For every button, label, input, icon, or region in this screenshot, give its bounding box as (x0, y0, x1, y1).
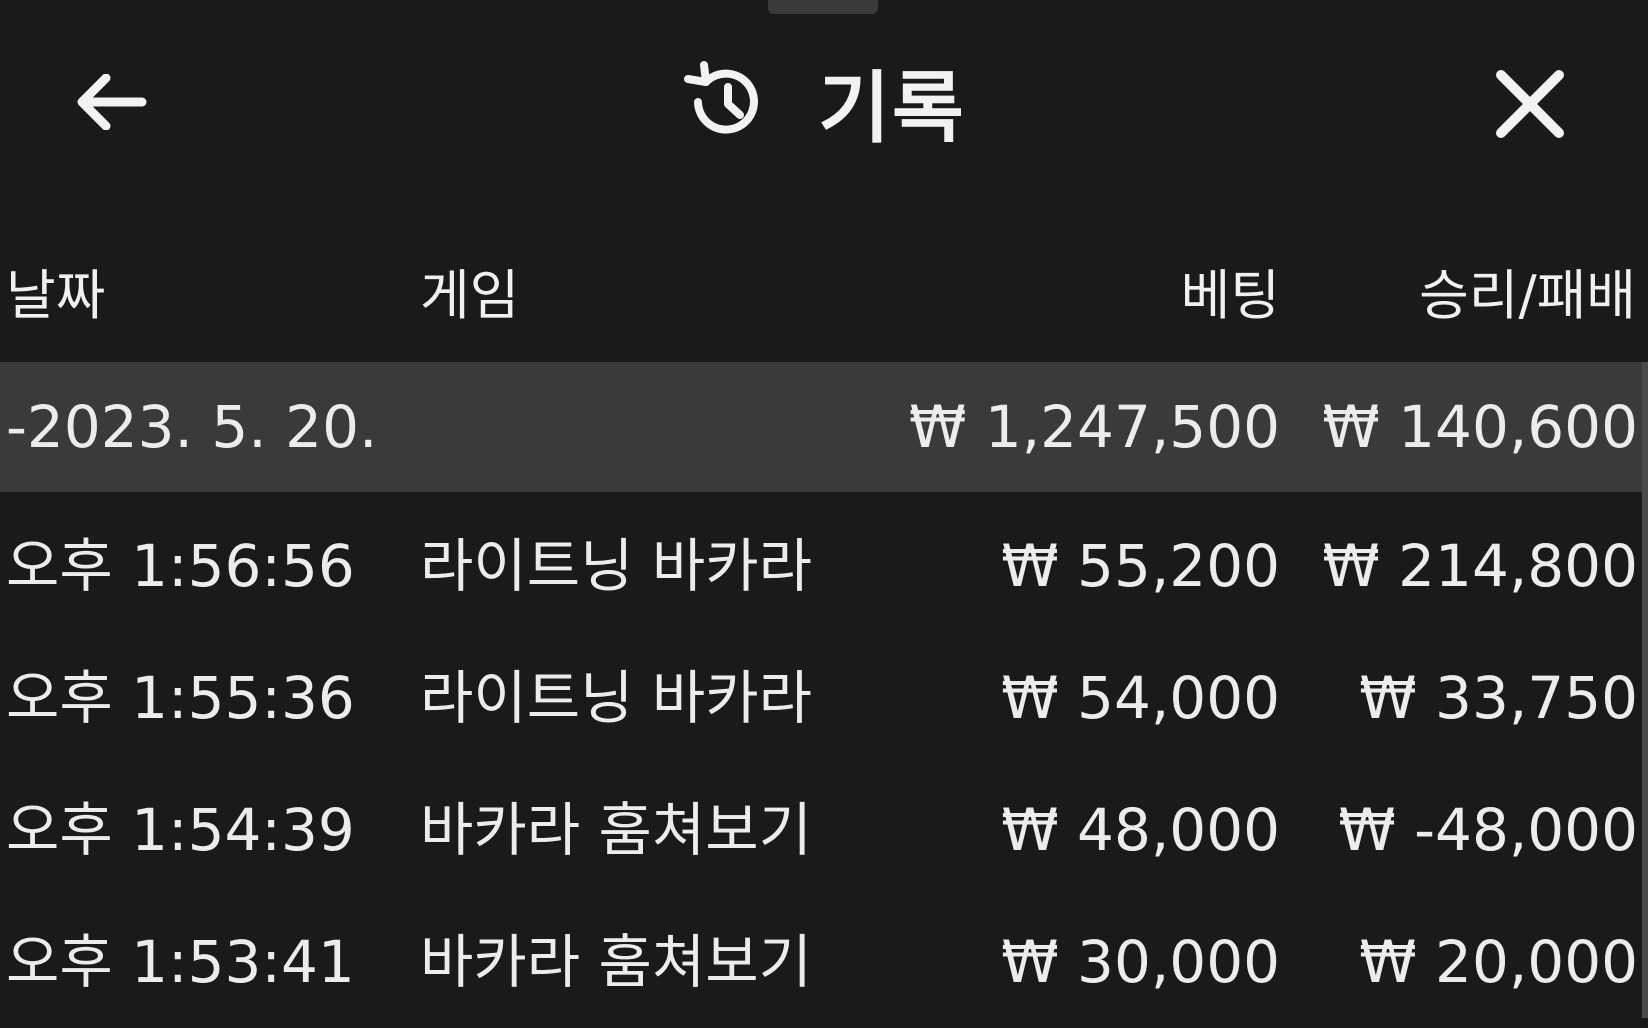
header-title-group: 기록 (0, 52, 1648, 154)
table-row[interactable]: 오후 1:53:41 바카라 훔쳐보기 ₩ 30,000 ₩ 20,000 (0, 896, 1648, 1028)
row-bet: ₩ 48,000 (1001, 796, 1280, 864)
row-time: 오후 1:53:41 (6, 928, 355, 996)
row-time: 오후 1:56:56 (6, 532, 355, 600)
history-icon (684, 61, 759, 134)
close-icon (1496, 70, 1564, 138)
column-header-date[interactable]: 날짜 (6, 256, 105, 336)
table-row[interactable]: 오후 1:54:39 바카라 훔쳐보기 ₩ 48,000 ₩ -48,000 (0, 764, 1648, 896)
row-game: 라이트닝 바카라 (420, 532, 812, 600)
scrollbar[interactable] (1642, 362, 1648, 1018)
row-bet: ₩ 55,200 (1001, 532, 1280, 600)
table-row[interactable]: 오후 1:56:56 라이트닝 바카라 ₩ 55,200 ₩ 214,800 (0, 500, 1648, 632)
row-time: 오후 1:55:36 (6, 664, 355, 732)
row-result: ₩ 214,800 (1322, 532, 1638, 600)
row-result: ₩ 20,000 (1359, 928, 1638, 996)
close-button[interactable] (1492, 66, 1568, 142)
row-bet: ₩ 30,000 (1001, 928, 1280, 996)
history-table: -2023. 5. 20. ₩ 1,247,500 ₩ 140,600 오후 1… (0, 362, 1648, 1028)
column-header-bet[interactable]: 베팅 (1181, 256, 1280, 336)
row-game: 바카라 훔쳐보기 (420, 928, 812, 996)
date-summary-row[interactable]: -2023. 5. 20. ₩ 1,247,500 ₩ 140,600 (0, 362, 1648, 492)
row-game: 바카라 훔쳐보기 (420, 796, 812, 864)
row-time: 오후 1:54:39 (6, 796, 355, 864)
column-header-result[interactable]: 승리/패배 (1419, 256, 1636, 336)
table-row[interactable]: 오후 1:55:36 라이트닝 바카라 ₩ 54,000 ₩ 33,750 (0, 632, 1648, 764)
row-result: ₩ 33,750 (1359, 664, 1638, 732)
row-result: ₩ -48,000 (1338, 796, 1638, 864)
summary-result: ₩ 140,600 (1322, 393, 1638, 461)
row-bet: ₩ 54,000 (1001, 664, 1280, 732)
header: 기록 (0, 40, 1648, 160)
drag-handle[interactable] (768, 0, 878, 14)
summary-bet: ₩ 1,247,500 (909, 393, 1280, 461)
page-title: 기록 (818, 64, 966, 154)
row-game: 라이트닝 바카라 (420, 664, 812, 732)
column-header-game[interactable]: 게임 (420, 256, 519, 336)
summary-date: -2023. 5. 20. (6, 393, 378, 461)
